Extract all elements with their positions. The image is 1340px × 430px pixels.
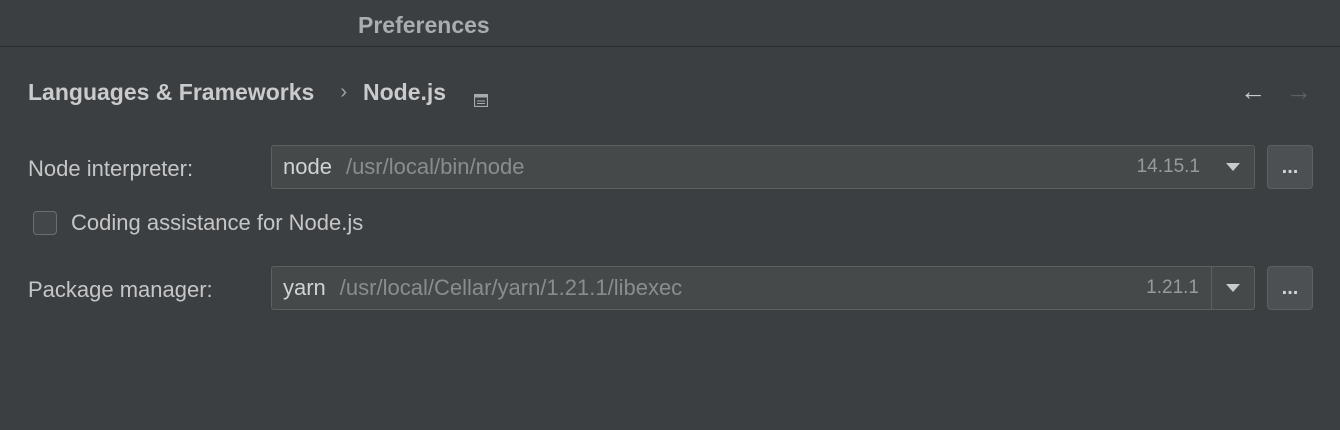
package-manager-combobox[interactable]: yarn /usr/local/Cellar/yarn/1.21.1/libex… xyxy=(271,266,1255,310)
package-manager-path: /usr/local/Cellar/yarn/1.21.1/libexec xyxy=(339,275,683,300)
history-navigation: ← → xyxy=(1240,76,1312,107)
breadcrumb-parent[interactable]: Languages & Frameworks xyxy=(28,79,314,106)
interpreter-path: /usr/local/bin/node xyxy=(345,154,525,179)
document-icon[interactable] xyxy=(473,86,489,107)
package-manager-label: Package manager: xyxy=(28,277,213,302)
preferences-window: Preferences Languages & Frameworks › Nod… xyxy=(0,0,1340,430)
coding-assistance-row: Coding assistance for Node.js xyxy=(33,210,363,236)
forward-arrow-icon[interactable]: → xyxy=(1286,76,1312,107)
breadcrumb: Languages & Frameworks › Node.js xyxy=(28,76,489,108)
coding-assistance-label[interactable]: Coding assistance for Node.js xyxy=(71,210,363,236)
back-arrow-icon[interactable]: ← xyxy=(1240,76,1266,107)
title-bar: Preferences xyxy=(0,0,1340,47)
node-interpreter-combobox[interactable]: node /usr/local/bin/node 14.15.1 xyxy=(271,145,1255,189)
package-manager-version: 1.21.1 xyxy=(1146,277,1199,298)
chevron-down-icon[interactable] xyxy=(1211,267,1254,309)
package-manager-browse-button[interactable]: ... xyxy=(1267,266,1313,310)
window-title: Preferences xyxy=(358,12,490,38)
interpreter-browse-button[interactable]: ... xyxy=(1267,145,1313,189)
package-manager-name: yarn xyxy=(283,275,326,300)
node-interpreter-label: Node interpreter: xyxy=(28,156,194,181)
breadcrumb-separator: › xyxy=(340,80,347,103)
coding-assistance-checkbox[interactable] xyxy=(33,211,57,235)
chevron-down-icon[interactable] xyxy=(1212,146,1254,188)
breadcrumb-current: Node.js xyxy=(362,78,447,105)
interpreter-name: node xyxy=(283,154,332,179)
interpreter-version: 14.15.1 xyxy=(1136,156,1200,177)
